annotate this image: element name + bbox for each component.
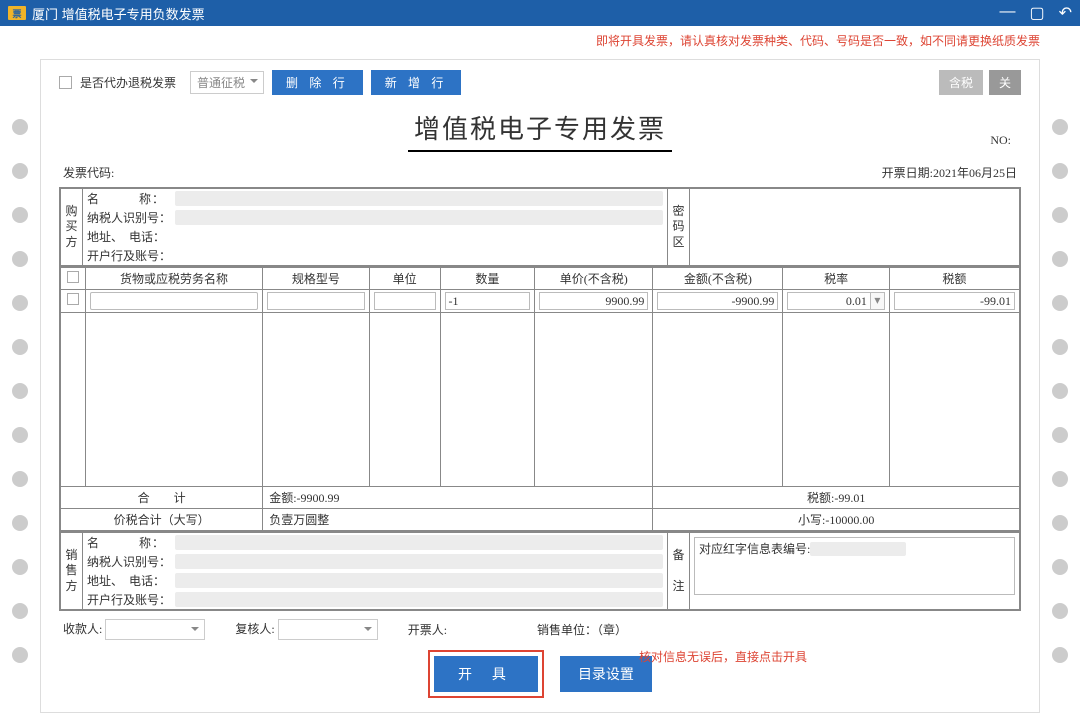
- buyer-taxid-label: 纳税人识别号：: [87, 209, 175, 226]
- invoice-code: 发票代码:: [63, 164, 114, 181]
- perforation-right: [1052, 119, 1068, 663]
- minimize-icon[interactable]: —: [999, 3, 1015, 23]
- password-area: [690, 189, 1020, 266]
- note-textarea[interactable]: 对应红字信息表编号:: [694, 537, 1015, 595]
- item-amount-input[interactable]: -9900.99: [657, 292, 778, 310]
- item-spec-input[interactable]: [267, 292, 364, 310]
- titlebar: 票 厦门 增值税电子专用负数发票 — ▢ ↶: [0, 0, 1080, 26]
- payee-select[interactable]: [105, 619, 205, 640]
- seller-bank-label: 开户行及账号：: [87, 591, 175, 608]
- maximize-icon[interactable]: ▢: [1029, 3, 1044, 23]
- seller-name-label: 名 称：: [87, 534, 175, 551]
- rate-dropdown-icon[interactable]: ▾: [871, 292, 885, 310]
- col-name: 货物或应税劳务名称: [85, 268, 262, 290]
- app-logo-icon: 票: [8, 6, 26, 20]
- issue-highlight-box: 开 具: [428, 650, 544, 698]
- seller-taxid-label: 纳税人识别号：: [87, 553, 175, 570]
- item-tax-input[interactable]: -99.01: [894, 292, 1015, 310]
- tax-inclusive-button[interactable]: 含税: [939, 70, 983, 95]
- seller-block: 销售方 名 称： 纳税人识别号： 地址、 电话： 开户行及账号： 备注 对应红字…: [59, 532, 1021, 611]
- drawer-label: 开票人:: [408, 623, 447, 637]
- reviewer-select[interactable]: [278, 619, 378, 640]
- seller-bank-value[interactable]: [175, 592, 663, 607]
- reviewer-label: 复核人:: [235, 622, 274, 636]
- back-icon[interactable]: ↶: [1059, 3, 1072, 23]
- toolbar: 是否代办退税发票 普通征税 删 除 行 新 增 行 含税 关: [59, 70, 1021, 95]
- col-price: 单价(不含税): [535, 268, 653, 290]
- buyer-bank-value[interactable]: [175, 248, 663, 263]
- tax-mode-select[interactable]: 普通征税: [190, 71, 264, 94]
- issue-button[interactable]: 开 具: [434, 656, 538, 692]
- col-rate: 税率: [783, 268, 889, 290]
- buyer-taxid-value[interactable]: [175, 210, 663, 225]
- warning-banner: 即将开具发票，请认真核对发票种类、代码、号码是否一致，如不同请更换纸质发票: [0, 26, 1080, 55]
- signers-row: 收款人: 复核人: 开票人: 销售单位：（章）: [59, 611, 1021, 640]
- seller-addr-value[interactable]: [175, 573, 663, 588]
- buyer-name-label: 名 称：: [87, 190, 175, 207]
- item-unit-input[interactable]: [374, 292, 436, 310]
- invoice-paper: 是否代办退税发票 普通征税 删 除 行 新 增 行 含税 关 增值税电子专用发票…: [40, 59, 1040, 713]
- agent-refund-label: 是否代办退税发票: [80, 74, 176, 91]
- seller-taxid-value[interactable]: [175, 554, 663, 569]
- seller-addr-label: 地址、 电话：: [87, 572, 175, 589]
- agent-refund-checkbox[interactable]: [59, 76, 72, 89]
- buyer-bank-label: 开户行及账号：: [87, 247, 175, 264]
- col-unit: 单位: [369, 268, 440, 290]
- item-rate-input[interactable]: 0.01: [787, 292, 870, 310]
- sum-row: 合 计 金额:-9900.99 税额:-99.01: [61, 487, 1020, 509]
- password-section-label: 密码区: [668, 189, 690, 266]
- seller-section-label: 销售方: [61, 533, 83, 610]
- action-row: 核对信息无误后，直接点击开具 开 具 目录设置: [59, 650, 1021, 698]
- note-section-label: 备注: [668, 533, 690, 610]
- item-row: -1 9900.99 -9900.99 0.01▾ -99.01: [61, 290, 1020, 313]
- seller-name-value[interactable]: [175, 535, 663, 550]
- buyer-name-value[interactable]: [175, 191, 663, 206]
- perforation-left: [12, 119, 28, 663]
- row-checkbox[interactable]: [67, 293, 79, 305]
- buyer-addr-value[interactable]: [175, 229, 663, 244]
- col-spec: 规格型号: [263, 268, 369, 290]
- invoice-date: 开票日期:2021年06月25日: [882, 164, 1017, 181]
- col-amount: 金额(不含税): [653, 268, 783, 290]
- app-window: 票 厦门 增值税电子专用负数发票 — ▢ ↶ 即将开具发票，请认真核对发票种类、…: [0, 0, 1080, 724]
- buyer-section-label: 购买方: [61, 189, 83, 266]
- buyer-addr-label: 地址、 电话：: [87, 228, 175, 245]
- item-qty-input[interactable]: -1: [445, 292, 531, 310]
- items-table: 货物或应税劳务名称 规格型号 单位 数量 单价(不含税) 金额(不含税) 税率 …: [59, 267, 1021, 532]
- invoice-title: 增值税电子专用发票: [408, 109, 672, 152]
- col-tax: 税额: [889, 268, 1019, 290]
- issue-hint: 核对信息无误后，直接点击开具: [639, 648, 807, 665]
- seller-stamp-label: 销售单位：（章）: [537, 621, 627, 638]
- buyer-block: 购买方 名 称： 纳税人识别号： 地址、 电话： 开户行及账号： 密码区: [59, 187, 1021, 267]
- delete-row-button[interactable]: 删 除 行: [272, 70, 363, 95]
- select-all-checkbox[interactable]: [67, 271, 79, 283]
- invoice-number: NO:: [990, 133, 1011, 148]
- total-cn-row: 价税合计（大写） 负壹万圆整 小写:-10000.00: [61, 509, 1020, 531]
- col-qty: 数量: [440, 268, 535, 290]
- payee-label: 收款人:: [63, 622, 102, 636]
- add-row-button[interactable]: 新 增 行: [371, 70, 462, 95]
- item-price-input[interactable]: 9900.99: [539, 292, 648, 310]
- item-name-input[interactable]: [90, 292, 258, 310]
- window-title: 厦门 增值税电子专用负数发票: [32, 4, 205, 23]
- close-button[interactable]: 关: [989, 70, 1021, 95]
